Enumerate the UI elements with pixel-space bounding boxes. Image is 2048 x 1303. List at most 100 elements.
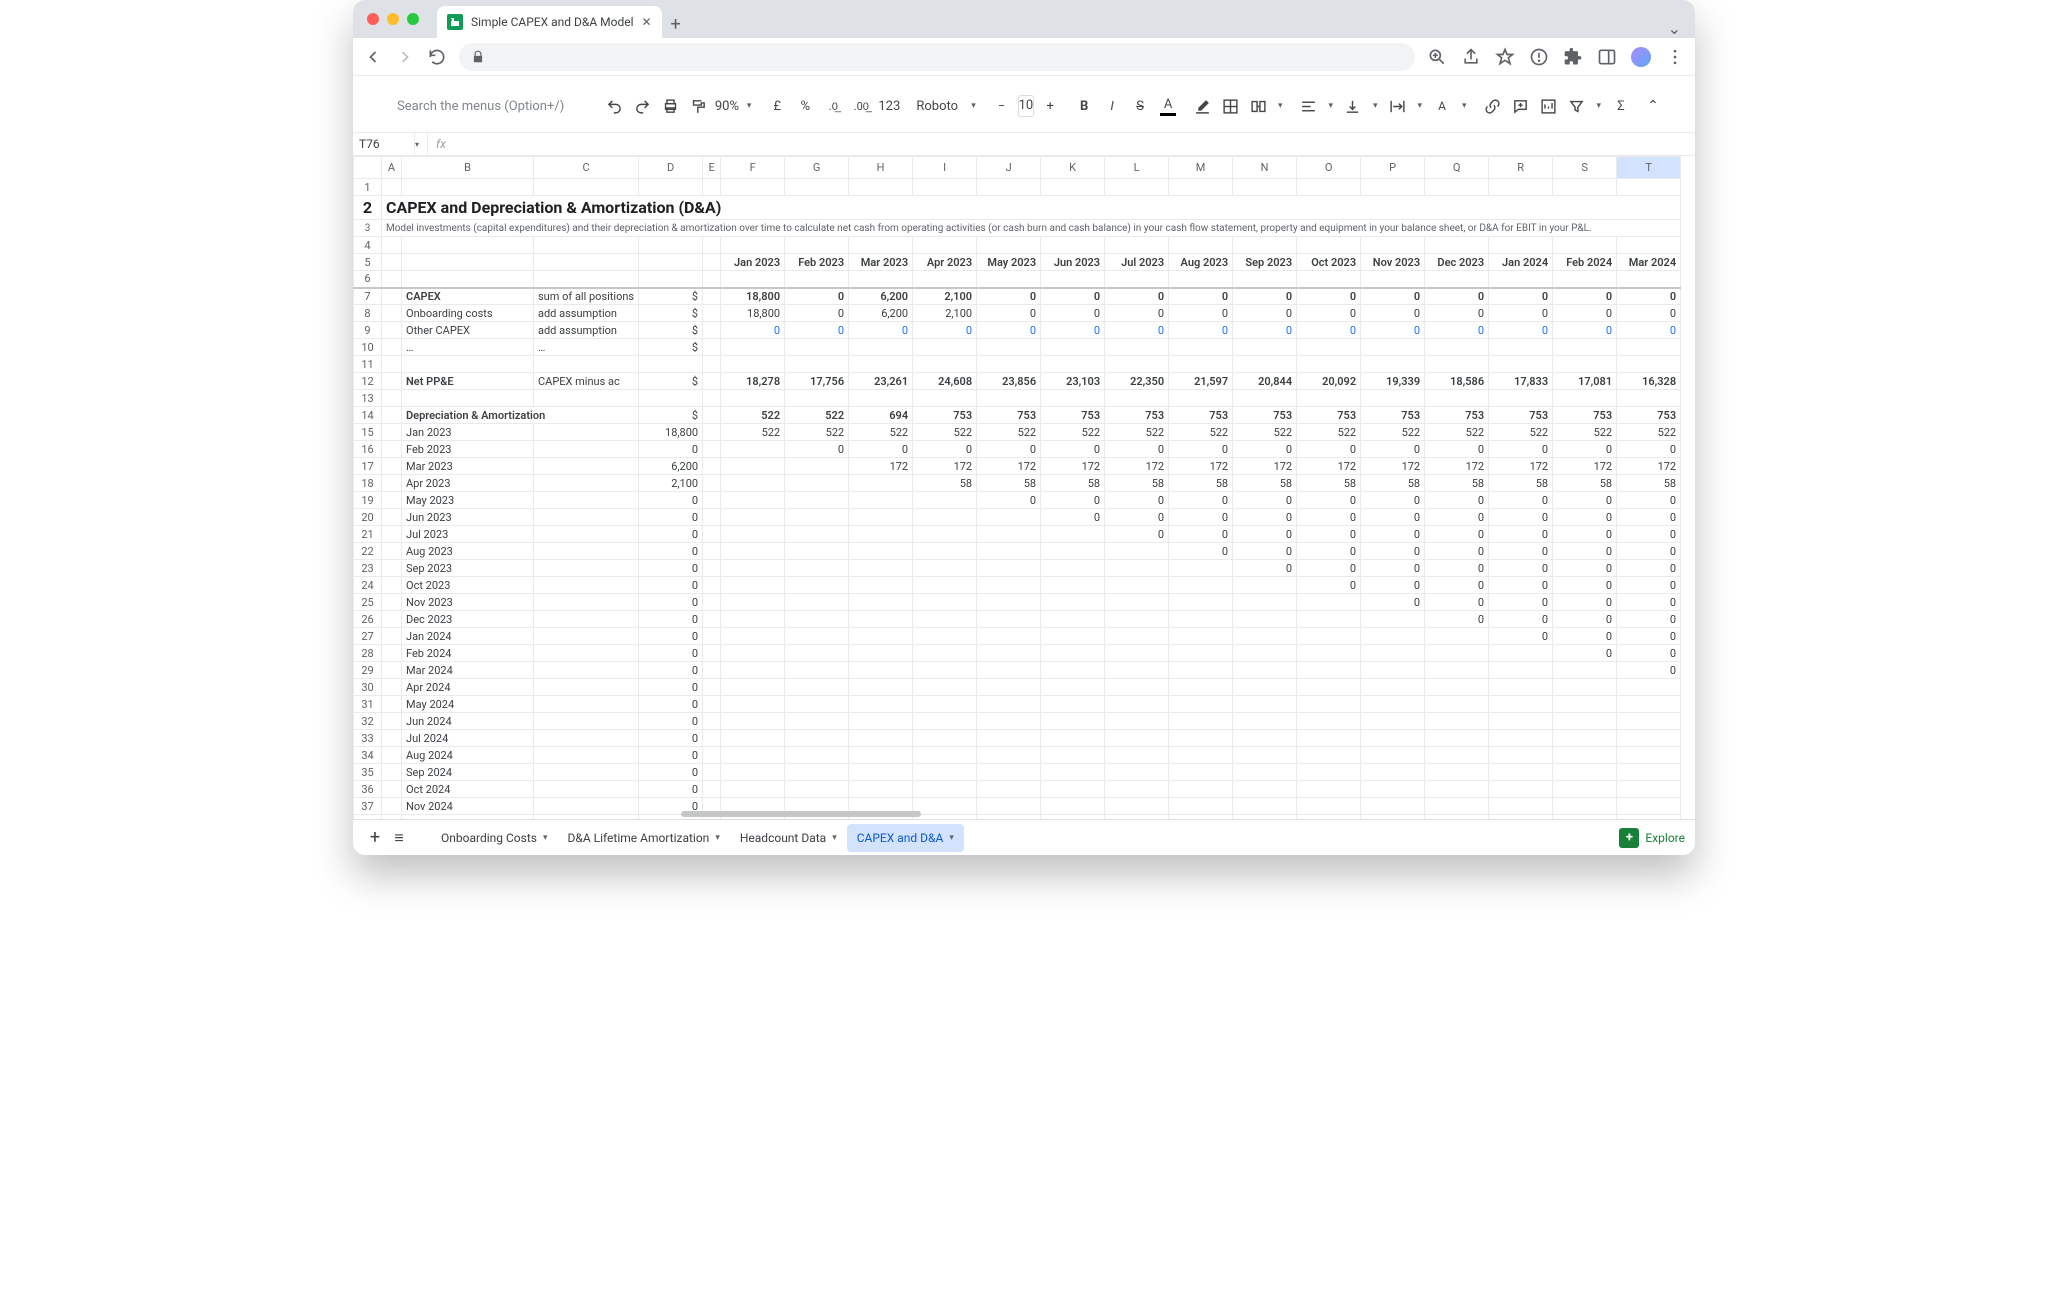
cell[interactable]: 0 <box>1617 441 1681 458</box>
cell[interactable] <box>1425 628 1489 645</box>
cell[interactable]: 0 <box>639 526 703 543</box>
cell[interactable] <box>1617 179 1681 196</box>
cell[interactable] <box>1041 390 1105 407</box>
cell[interactable] <box>1105 645 1169 662</box>
cell[interactable] <box>913 577 977 594</box>
cell[interactable]: 0 <box>639 645 703 662</box>
cell[interactable]: 0 <box>1361 543 1425 560</box>
cell[interactable] <box>639 390 703 407</box>
cell[interactable] <box>913 713 977 730</box>
cell[interactable] <box>1361 662 1425 679</box>
cell[interactable]: 0 <box>1105 526 1169 543</box>
cell[interactable]: 0 <box>1425 492 1489 509</box>
cell[interactable] <box>382 424 402 441</box>
cell[interactable] <box>1297 730 1361 747</box>
cell[interactable]: CAPEX minus ac <box>534 373 639 390</box>
cell[interactable] <box>785 526 849 543</box>
cell[interactable] <box>721 390 785 407</box>
cell[interactable]: 753 <box>1425 407 1489 424</box>
cell[interactable] <box>721 577 785 594</box>
cell[interactable] <box>382 679 402 696</box>
cell[interactable]: 0 <box>1169 322 1233 339</box>
cell[interactable]: 0 <box>1617 611 1681 628</box>
cell[interactable] <box>913 679 977 696</box>
cell[interactable]: 0 <box>849 441 913 458</box>
cell[interactable] <box>721 179 785 196</box>
cell[interactable]: CAPEX <box>402 288 534 305</box>
cell[interactable]: 0 <box>1041 305 1105 322</box>
reload-button[interactable] <box>427 47 447 67</box>
sheet-tab-capex-da[interactable]: CAPEX and D&A▾ <box>847 824 964 852</box>
cell[interactable] <box>639 237 703 254</box>
print-button[interactable] <box>659 94 683 118</box>
column-header[interactable]: N <box>1233 157 1297 179</box>
cell[interactable]: 0 <box>1617 628 1681 645</box>
cell[interactable]: 0 <box>1553 322 1617 339</box>
cell[interactable] <box>721 611 785 628</box>
cell[interactable] <box>1489 645 1553 662</box>
cell[interactable] <box>849 662 913 679</box>
cell[interactable] <box>785 696 849 713</box>
row-header[interactable]: 35 <box>354 764 382 781</box>
cell[interactable] <box>913 747 977 764</box>
more-formats-button[interactable]: 123 <box>877 94 901 118</box>
explore-button[interactable]: Explore <box>1619 828 1685 848</box>
cell[interactable]: 0 <box>1617 560 1681 577</box>
row-header[interactable]: 26 <box>354 611 382 628</box>
sidepanel-icon[interactable] <box>1597 47 1617 67</box>
cell[interactable] <box>1297 628 1361 645</box>
cell[interactable]: 0 <box>1489 322 1553 339</box>
cell[interactable] <box>785 475 849 492</box>
cell[interactable] <box>1105 179 1169 196</box>
cell[interactable] <box>703 713 721 730</box>
cell[interactable]: 0 <box>639 764 703 781</box>
cell[interactable] <box>534 441 639 458</box>
cell[interactable] <box>1169 356 1233 373</box>
profile-avatar[interactable] <box>1631 47 1651 67</box>
cell[interactable] <box>1041 594 1105 611</box>
cell[interactable] <box>977 526 1041 543</box>
cell[interactable]: 18,800 <box>721 288 785 305</box>
cell[interactable]: 58 <box>1617 475 1681 492</box>
cell[interactable]: 0 <box>1553 594 1617 611</box>
cell[interactable] <box>785 611 849 628</box>
cell[interactable] <box>785 356 849 373</box>
cell[interactable] <box>1169 237 1233 254</box>
cell[interactable] <box>382 254 402 271</box>
cell[interactable] <box>977 543 1041 560</box>
font-size-decrease[interactable]: − <box>990 94 1014 118</box>
cell[interactable]: 0 <box>1297 322 1361 339</box>
redo-button[interactable] <box>631 94 655 118</box>
cell[interactable]: 172 <box>977 458 1041 475</box>
cell[interactable] <box>1041 747 1105 764</box>
cell[interactable] <box>1105 594 1169 611</box>
cell[interactable] <box>977 594 1041 611</box>
cell[interactable] <box>1041 628 1105 645</box>
column-header[interactable]: P <box>1361 157 1425 179</box>
cell[interactable] <box>703 356 721 373</box>
cell[interactable]: 172 <box>1041 458 1105 475</box>
cell[interactable] <box>1233 679 1297 696</box>
cell[interactable] <box>1617 696 1681 713</box>
cell[interactable]: 0 <box>1041 288 1105 305</box>
v-align-button[interactable] <box>1341 94 1365 118</box>
cell[interactable]: 22,350 <box>1105 373 1169 390</box>
cell[interactable] <box>1169 679 1233 696</box>
sheet-tab-menu-icon[interactable]: ▾ <box>543 833 548 843</box>
cell[interactable] <box>913 492 977 509</box>
row-header[interactable]: 20 <box>354 509 382 526</box>
row-header[interactable]: 23 <box>354 560 382 577</box>
cell[interactable] <box>785 271 849 288</box>
cell[interactable] <box>977 560 1041 577</box>
cell[interactable]: 18,278 <box>721 373 785 390</box>
cell[interactable] <box>721 441 785 458</box>
close-tab-icon[interactable]: ✕ <box>642 15 652 29</box>
cell[interactable]: 522 <box>849 424 913 441</box>
row-header[interactable]: 37 <box>354 798 382 815</box>
toolbar-collapse-icon[interactable]: ⌃ <box>1641 94 1665 118</box>
cell[interactable]: 0 <box>639 594 703 611</box>
cell[interactable]: 0 <box>1425 288 1489 305</box>
cell[interactable] <box>1297 356 1361 373</box>
currency-button[interactable]: £ <box>765 94 789 118</box>
row-header[interactable]: 14 <box>354 407 382 424</box>
